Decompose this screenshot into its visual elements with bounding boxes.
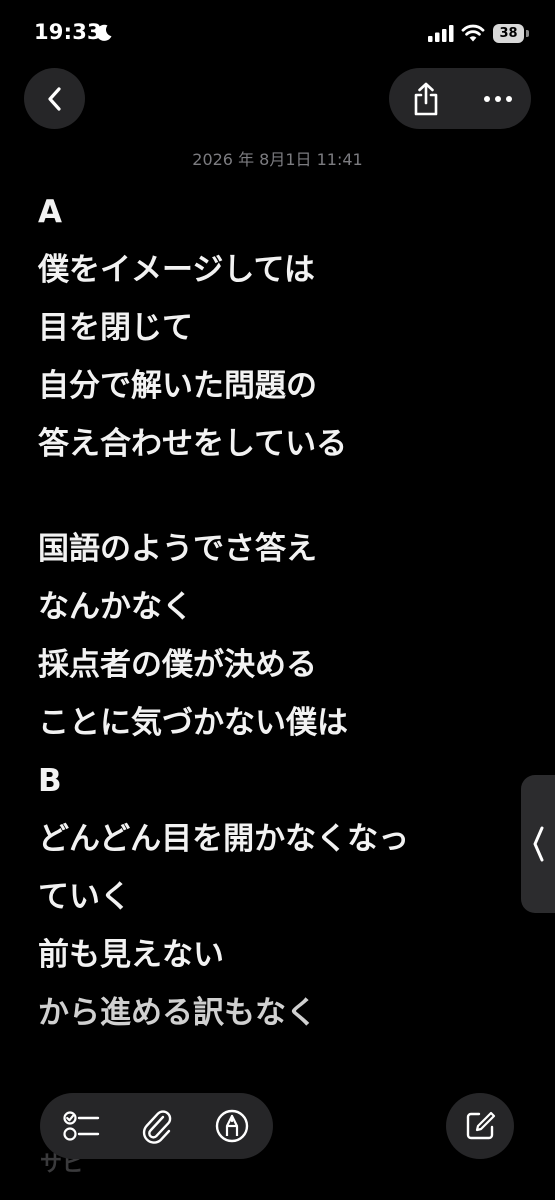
markup-button[interactable] xyxy=(202,1093,262,1159)
chevron-left-icon xyxy=(533,826,544,862)
ellipsis-icon xyxy=(484,95,512,102)
note-line xyxy=(38,474,518,520)
paperclip-icon xyxy=(142,1110,172,1144)
note-line: ていく xyxy=(38,879,131,915)
note-line: A xyxy=(38,194,62,230)
signal-icon xyxy=(428,25,454,42)
note-line: から進める訳もなく xyxy=(38,995,317,1031)
note-actions xyxy=(389,68,531,129)
chevron-left-icon xyxy=(47,86,61,111)
note-line: 前も見えない xyxy=(38,937,224,973)
wifi-icon xyxy=(461,24,485,42)
note-line: なんかなく xyxy=(38,589,193,625)
share-icon xyxy=(414,82,438,115)
note-line: ことに気づかない僕は xyxy=(38,705,348,741)
note-line: 目を閉じて xyxy=(38,310,193,346)
note-line: 自分で解いた問題の xyxy=(38,368,317,404)
note-line: 僕をイメージしては xyxy=(38,252,315,288)
more-button[interactable] xyxy=(473,68,523,129)
compose-icon xyxy=(466,1111,496,1140)
checklist-button[interactable] xyxy=(52,1093,112,1159)
back-button[interactable] xyxy=(24,68,85,129)
note-line: 国語のようでさ答え xyxy=(38,531,317,567)
side-panel-handle[interactable] xyxy=(521,775,555,913)
note-line: B xyxy=(38,763,62,799)
note-line: 答え合わせをしている xyxy=(38,426,348,462)
note-line: どんどん目を開かなくなっ xyxy=(38,821,410,857)
status-bar: 19:33 38 xyxy=(0,0,555,70)
status-time: 19:33 xyxy=(34,20,102,44)
battery-icon: 38 xyxy=(493,24,529,43)
note-date: 2026 年 8月1日 11:41 xyxy=(192,150,363,169)
attachment-button[interactable] xyxy=(127,1093,187,1159)
markup-pen-icon xyxy=(215,1109,249,1143)
bottom-toolbar xyxy=(40,1093,273,1159)
note-body[interactable]: A 僕をイメージしては 目を閉じて 自分で解いた問題の 答え合わせをしている 国… xyxy=(38,184,518,1043)
moon-icon xyxy=(96,24,112,41)
share-button[interactable] xyxy=(401,68,451,129)
battery-level: 38 xyxy=(499,26,518,41)
note-line: 採点者の僕が決める xyxy=(38,647,317,683)
checklist-icon xyxy=(63,1111,100,1141)
compose-button[interactable] xyxy=(446,1093,514,1159)
